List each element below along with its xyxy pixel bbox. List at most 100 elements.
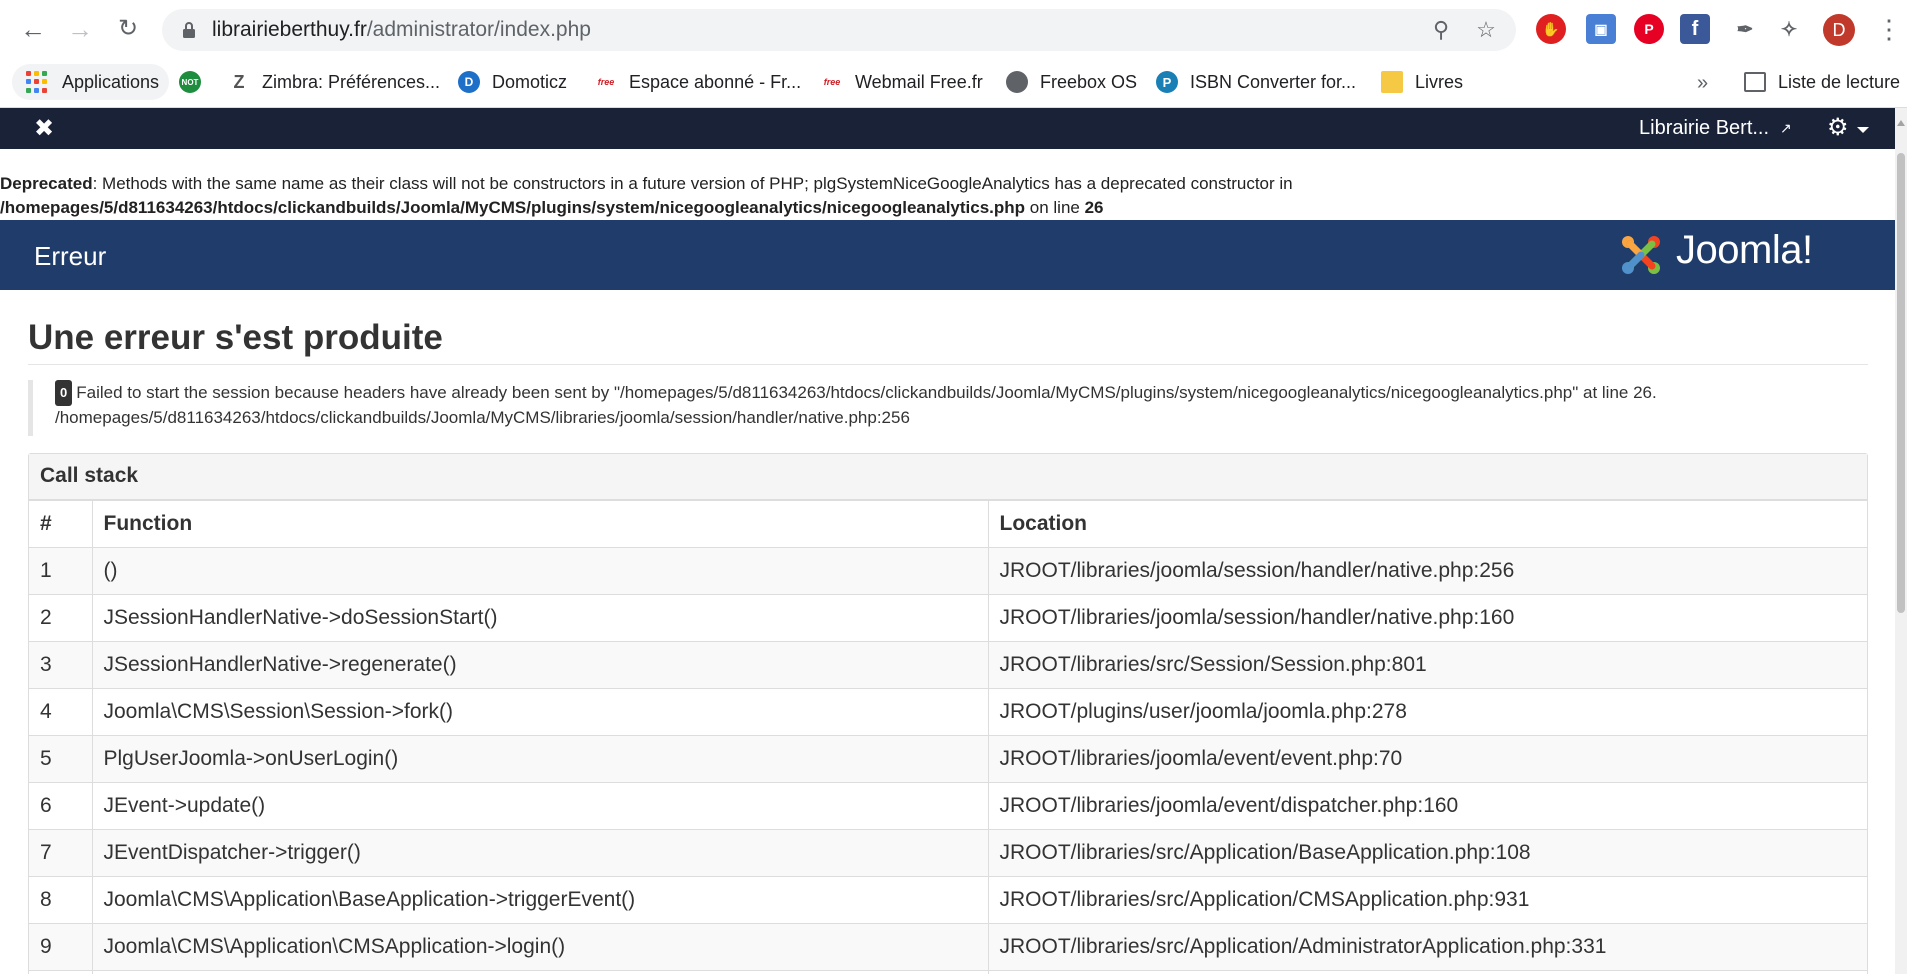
browser-menu-icon[interactable]: ⋮ (1876, 14, 1902, 44)
free-favicon-icon: free (597, 77, 615, 87)
back-arrow-icon[interactable]: ← (15, 11, 51, 47)
bookmark-zimbra[interactable]: Z Zimbra: Préférences... (228, 64, 441, 100)
row-function (91, 970, 989, 974)
eyedropper-extension-icon[interactable]: ✒ (1730, 14, 1760, 44)
table-row: 2 JSessionHandlerNative->doSessionStart()… (29, 594, 1867, 642)
scrollbar-thumb[interactable] (1897, 153, 1905, 613)
error-file: /homepages/5/d811634263/htdocs/clickandb… (55, 408, 910, 427)
apps-grid-icon (26, 71, 48, 93)
page-scrollbar[interactable] (1895, 108, 1907, 974)
row-number: 3 (29, 641, 93, 689)
row-number: 8 (29, 876, 93, 924)
translate-extension-icon[interactable]: ▣ (1586, 14, 1616, 44)
reading-list-button[interactable]: Liste de lecture (1744, 64, 1900, 100)
url-path: /administrator/index.php (366, 18, 591, 41)
folder-icon (1381, 71, 1403, 93)
row-number: 7 (29, 829, 93, 877)
bookmark-not[interactable]: NOT (179, 64, 213, 100)
bookmark-isbn-converter[interactable]: P ISBN Converter for... (1156, 64, 1356, 100)
lock-icon (183, 22, 195, 38)
reading-list-icon (1744, 72, 1766, 92)
gear-icon[interactable]: ⚙ (1827, 113, 1849, 142)
table-row: 6 JEvent->update() JROOT/libraries/joomla/… (29, 782, 1867, 830)
table-row: 7 JEventDispatcher->trigger() JROOT/librar… (29, 829, 1867, 877)
table-row: 4 Joomla\CMS\Session\Session->fork() JROOT… (29, 688, 1867, 736)
row-location: JROOT/libraries/src/Application/CMSAppli… (987, 876, 1867, 924)
row-function: Joomla\CMS\Application\BaseApplication->… (91, 876, 989, 924)
call-stack-panel: Call stack # Function Location 1() JROOT/… (28, 453, 1868, 974)
bookmark-label: ISBN Converter for... (1190, 71, 1357, 92)
deprecated-notice: Deprecated: Methods with the same name a… (0, 172, 1890, 220)
bookmark-label: Applications (62, 71, 160, 92)
bookmark-domoticz[interactable]: D Domoticz (458, 64, 567, 100)
deprecated-message: : Methods with the same name as their cl… (92, 174, 1293, 193)
url-text[interactable]: librairieberthuy.fr/administrator/index.… (212, 18, 591, 42)
table-row: 5 PlgUserJoomla->onUserLogin() JROOT/libra… (29, 735, 1867, 783)
row-location: JROOT/libraries/src/Application/Administ… (987, 923, 1867, 971)
profile-avatar[interactable]: D (1823, 14, 1855, 46)
error-message-block: 0 Failed to start the session because hea… (28, 380, 1868, 436)
bookmark-star-icon[interactable]: ☆ (1474, 18, 1498, 42)
page-content: ✖ Librairie Bert... ↗ ⚙ Deprecated: Meth… (0, 108, 1895, 974)
row-number: 2 (29, 594, 93, 642)
joomla-logo-icon[interactable]: ✖ (30, 115, 58, 143)
free-favicon-icon: free (823, 77, 841, 87)
facebook-extension-icon[interactable]: f (1680, 14, 1710, 44)
forward-arrow-icon[interactable]: → (62, 11, 98, 47)
bookmark-label: Zimbra: Préférences... (262, 71, 441, 92)
address-bar[interactable]: librairieberthuy.fr/administrator/index.… (162, 9, 1516, 51)
not-favicon-icon: NOT (179, 71, 201, 93)
site-name-link[interactable]: Librairie Bert... (1639, 117, 1769, 140)
pinterest-extension-icon[interactable]: P (1634, 14, 1664, 44)
row-number: 1 (29, 547, 93, 595)
table-row (29, 970, 1867, 974)
bookmark-livres[interactable]: Livres (1381, 64, 1463, 100)
page-title: Une erreur s'est produite (28, 318, 443, 357)
row-number: 9 (29, 923, 93, 971)
error-message: Failed to start the session because head… (76, 383, 1657, 402)
bookmark-espace-abonne[interactable]: free Espace abonné - Fr... (595, 64, 801, 100)
bookmark-label: Livres (1415, 71, 1464, 92)
joomla-logo-text: Joomla! (1676, 228, 1813, 272)
row-function: JEventDispatcher->trigger() (91, 829, 989, 877)
row-number: 4 (29, 688, 93, 736)
bookmark-webmail-free[interactable]: free Webmail Free.fr (821, 64, 983, 100)
row-function: Joomla\CMS\Session\Session->fork() (91, 688, 989, 736)
column-header-function: Function (91, 500, 989, 548)
call-stack-heading: Call stack (29, 454, 1867, 500)
bookmark-freebox-os[interactable]: Freebox OS (1006, 64, 1137, 100)
table-row: 8 Joomla\CMS\Application\BaseApplication-… (29, 876, 1867, 924)
table-row: 3 JSessionHandlerNative->regenerate() JROO… (29, 641, 1867, 689)
row-location: JROOT/libraries/src/Application/BaseAppl… (987, 829, 1867, 877)
call-stack-table: # Function Location 1() JROOT/libraries/j… (29, 500, 1867, 974)
browser-toolbar: ← → ↻ librairieberthuy.fr/administrator/… (0, 0, 1907, 58)
more-bookmarks-chevron-icon[interactable]: » (1697, 72, 1708, 95)
external-link-icon[interactable]: ↗ (1780, 120, 1792, 137)
row-location (987, 970, 1867, 974)
bookmark-label: Domoticz (492, 71, 568, 92)
scroll-up-arrow-icon[interactable] (1897, 120, 1905, 126)
bookmark-applications[interactable]: Applications (12, 64, 170, 100)
row-function: JSessionHandlerNative->doSessionStart() (91, 594, 989, 642)
adblock-extension-icon[interactable]: ✋ (1536, 14, 1566, 44)
row-location: JROOT/libraries/joomla/session/handler/n… (987, 547, 1867, 595)
bookmark-label: Freebox OS (1040, 71, 1138, 92)
column-header-number: # (29, 500, 93, 548)
table-header-row: # Function Location (29, 500, 1867, 548)
deprecated-on-line: on line (1025, 198, 1085, 217)
row-number: 5 (29, 735, 93, 783)
extensions-puzzle-icon[interactable]: ✧ (1774, 14, 1804, 44)
row-number (29, 970, 93, 974)
table-row: 1() JROOT/libraries/joomla/session/handle… (29, 547, 1867, 595)
error-bar-title: Erreur (34, 241, 107, 271)
reload-icon[interactable]: ↻ (110, 11, 146, 47)
chevron-down-icon[interactable] (1857, 127, 1869, 133)
zoom-icon[interactable]: ⚲ (1429, 18, 1453, 42)
row-function: PlgUserJoomla->onUserLogin() (91, 735, 989, 783)
row-function: JSessionHandlerNative->regenerate() (91, 641, 989, 689)
row-location: JROOT/libraries/joomla/session/handler/n… (987, 594, 1867, 642)
row-number: 6 (29, 782, 93, 830)
row-location: JROOT/libraries/joomla/event/event.php:7… (987, 735, 1867, 783)
row-function: Joomla\CMS\Application\CMSApplication->l… (91, 923, 989, 971)
reading-list-label: Liste de lecture (1778, 71, 1901, 92)
